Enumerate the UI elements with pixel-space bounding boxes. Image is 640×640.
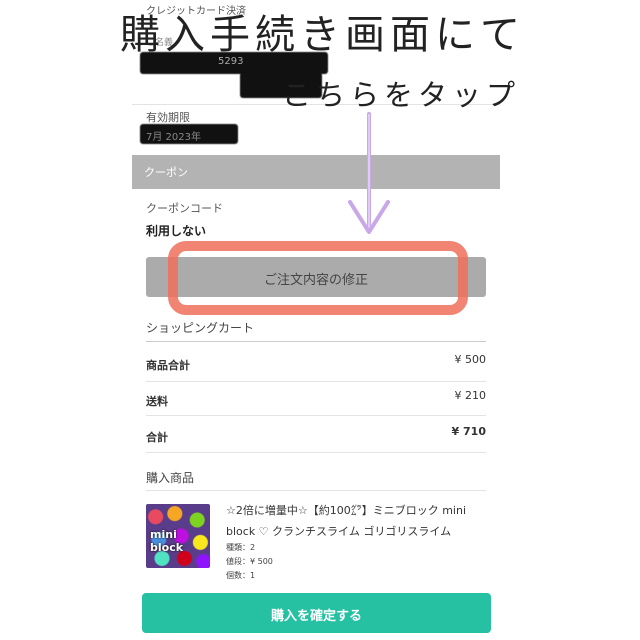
overlay-title: 購入手続き画面にて xyxy=(120,12,525,58)
expiry-label: 有効期限 xyxy=(146,111,190,124)
product-name[interactable]: ☆2倍に増量中☆【約100㌘】ミニブロック mini block ♡ クランチス… xyxy=(226,500,492,542)
divider xyxy=(146,415,486,416)
confirm-purchase-button[interactable]: 購入を確定する xyxy=(142,593,491,633)
coupon-section-header: クーポン xyxy=(132,155,500,189)
divider xyxy=(146,341,486,342)
expiry-value: 7月 2023年 xyxy=(146,132,201,143)
cart-section-title: ショッピングカート xyxy=(146,321,255,335)
divider xyxy=(146,381,486,382)
coupon-code-label: クーポンコード xyxy=(146,202,223,215)
cart-total-label: 合計 xyxy=(146,431,168,444)
coupon-code-value[interactable]: 利用しない xyxy=(146,222,206,239)
confirm-purchase-label: 購入を確定する xyxy=(270,609,362,624)
cart-total-value: ¥ 710 xyxy=(451,425,486,438)
product-price: 値段：¥ 500 xyxy=(226,557,273,566)
product-variety: 種類：2 xyxy=(226,543,256,552)
highlight-annotation xyxy=(168,241,468,315)
product-quantity: 個数：1 xyxy=(226,571,256,580)
thumbnail-text: mini block xyxy=(150,528,184,554)
divider xyxy=(146,490,486,491)
overlay-subtitle: こちらをタップ xyxy=(282,78,521,112)
down-arrow-icon xyxy=(348,112,390,234)
cart-row-label: 商品合計 xyxy=(146,359,190,372)
coupon-section-title: クーポン xyxy=(144,166,188,179)
cart-row-value: ¥ 210 xyxy=(454,389,487,402)
divider xyxy=(146,452,486,453)
cart-row-value: ¥ 500 xyxy=(454,353,487,366)
product-thumbnail[interactable]: mini block xyxy=(146,504,210,568)
cart-row-label: 送料 xyxy=(146,395,168,408)
purchased-section-title: 購入商品 xyxy=(146,471,195,485)
